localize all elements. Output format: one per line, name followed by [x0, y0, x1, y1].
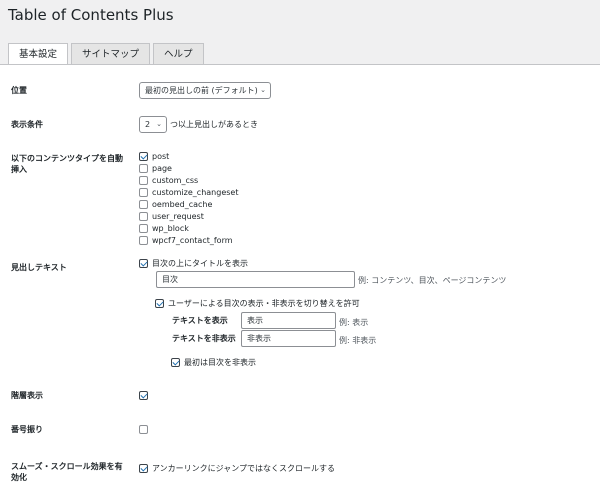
show-text-hint: 例: 表示 — [339, 318, 369, 327]
post-type-checkbox-wpcf7[interactable] — [139, 236, 148, 245]
smooth-scroll-checkbox-label: アンカーリンクにジャンプではなくスクロールする — [152, 464, 336, 473]
numbering-checkbox[interactable] — [139, 425, 148, 434]
page-title: Table of Contents Plus — [8, 6, 174, 24]
post-type-label: custom_css — [152, 176, 199, 185]
hierarchy-label: 階層表示 — [11, 391, 43, 400]
post-type-label: user_request — [152, 212, 204, 221]
post-type-checkbox-customize-changeset[interactable] — [139, 188, 148, 197]
position-label: 位置 — [11, 86, 27, 95]
post-type-label: customize_changeset — [152, 188, 239, 197]
smooth-scroll-label-line1: スムーズ・スクロール効果を有 — [11, 462, 123, 471]
title-hint: 例: コンテンツ、目次、ページコンテンツ — [358, 276, 507, 285]
allow-toggle-label: ユーザーによる目次の表示・非表示を切り替えを許可 — [168, 299, 360, 308]
smooth-scroll-label-line2: 効化 — [11, 473, 27, 482]
chevron-down-icon: ⌄ — [156, 120, 162, 128]
display-condition-label: 表示条件 — [11, 120, 43, 129]
show-text-label: テキストを表示 — [172, 316, 228, 325]
numbering-label: 番号振り — [11, 425, 43, 434]
tab-basic-settings[interactable]: 基本設定 — [8, 43, 69, 65]
post-type-label: wpcf7_contact_form — [152, 236, 233, 245]
post-type-label: page — [152, 164, 172, 173]
initially-hidden-checkbox[interactable] — [171, 358, 180, 367]
title-text-input[interactable]: 目次 — [156, 271, 355, 288]
hide-text-hint: 例: 非表示 — [339, 336, 377, 345]
post-type-label: oembed_cache — [152, 200, 213, 209]
show-title-label: 目次の上にタイトルを表示 — [152, 259, 248, 268]
position-select-value: 最初の見出しの前 (デフォルト) — [145, 86, 258, 95]
post-type-checkbox-user-request[interactable] — [139, 212, 148, 221]
smooth-scroll-checkbox[interactable] — [139, 464, 148, 473]
hierarchy-checkbox[interactable] — [139, 391, 148, 400]
heading-count-select[interactable]: 2 ⌄ — [139, 116, 167, 133]
post-type-checkbox-custom-css[interactable] — [139, 176, 148, 185]
tab-sitemap[interactable]: サイトマップ — [71, 43, 151, 65]
post-type-label: wp_block — [152, 224, 189, 233]
heading-count-value: 2 — [145, 120, 151, 129]
auto-insert-label-line1: 以下のコンテンツタイプを自動 — [11, 154, 123, 163]
tab-bar: 基本設定 サイトマップ ヘルプ — [8, 43, 207, 65]
post-type-checkbox-page[interactable] — [139, 164, 148, 173]
show-title-checkbox[interactable] — [139, 259, 148, 268]
auto-insert-label-line2: 挿入 — [11, 165, 27, 174]
initially-hidden-label: 最初は目次を非表示 — [184, 358, 256, 367]
position-select[interactable]: 最初の見出しの前 (デフォルト) ⌄ — [139, 82, 271, 99]
show-text-input[interactable]: 表示 — [241, 312, 336, 329]
hide-text-input[interactable]: 非表示 — [241, 330, 336, 347]
post-type-checkbox-post[interactable] — [139, 152, 148, 161]
allow-toggle-checkbox[interactable] — [155, 299, 164, 308]
heading-text-label: 見出しテキスト — [11, 263, 67, 272]
post-type-checkbox-wp-block[interactable] — [139, 224, 148, 233]
post-type-label: post — [152, 152, 170, 161]
hide-text-label: テキストを非表示 — [172, 334, 236, 343]
display-condition-suffix: つ以上見出しがあるとき — [170, 120, 258, 129]
tab-help[interactable]: ヘルプ — [153, 43, 204, 65]
chevron-down-icon: ⌄ — [260, 86, 266, 94]
post-type-checkbox-oembed-cache[interactable] — [139, 200, 148, 209]
